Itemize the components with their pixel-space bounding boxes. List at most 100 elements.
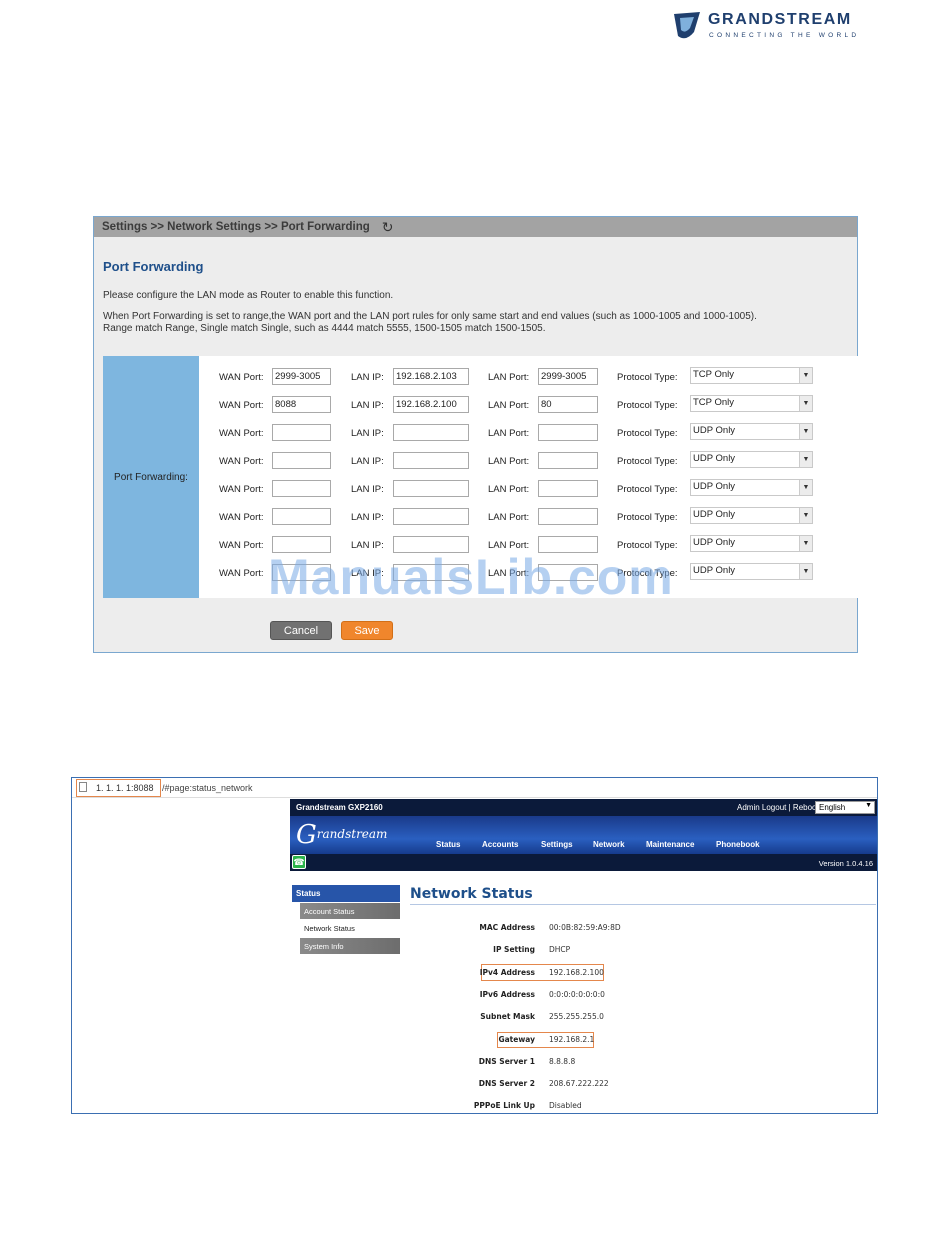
lan-ip-input[interactable]: 192.168.2.103 [393, 368, 469, 385]
wan-port-label: WAN Port: [219, 512, 264, 523]
status-value: 192.168.2.1 [549, 1034, 595, 1044]
status-row: IPv6 Address 0:0:0:0:0:0:0:0 [410, 988, 710, 1002]
phone-icon: ☎ [292, 855, 306, 869]
refresh-icon[interactable]: ↻ [382, 219, 394, 236]
status-row: Subnet Mask 255.255.255.0 [410, 1010, 710, 1024]
logo-brand-text: GRANDSTREAM [708, 11, 852, 28]
status-row: PPPoE Link Up Disabled [410, 1099, 710, 1113]
protocol-type-select[interactable]: UDP Only ▼ [690, 563, 813, 580]
status-row: MAC Address 00:0B:82:59:A9:8D [410, 921, 710, 935]
status-key: IP Setting [493, 945, 535, 955]
protocol-type-value: UDP Only [693, 565, 736, 576]
status-key: DNS Server 1 [478, 1056, 535, 1066]
nav-status[interactable]: Status [436, 840, 460, 849]
lan-port-label: LAN Port: [488, 428, 530, 439]
lan-ip-input[interactable] [393, 424, 469, 441]
protocol-type-value: TCP Only [693, 397, 735, 408]
protocol-type-select[interactable]: UDP Only ▼ [690, 423, 813, 440]
status-key: DNS Server 2 [478, 1079, 535, 1089]
brand-script: randstream [316, 827, 388, 841]
wan-port-input[interactable] [272, 452, 331, 469]
version-text: Version 1.0.4.16 [818, 859, 873, 868]
cancel-button[interactable]: Cancel [270, 621, 332, 640]
address-bar[interactable]: 1. 1. 1. 1:8088 /#page:status_network [72, 778, 877, 798]
lan-ip-label: LAN IP: [351, 456, 384, 467]
lan-port-input[interactable] [538, 424, 598, 441]
breadcrumb-text: Settings >> Network Settings >> Port For… [102, 221, 370, 233]
sidebar-item-system-info[interactable]: System Info [300, 938, 400, 954]
wan-port-input[interactable] [272, 508, 331, 525]
chevron-down-icon: ▼ [799, 508, 812, 523]
top-bar: Grandstream GXP2160 Admin Logout | Reboo… [290, 799, 877, 816]
lan-port-input[interactable]: 2999-3005 [538, 368, 598, 385]
save-button[interactable]: Save [341, 621, 393, 640]
protocol-type-label: Protocol Type: [617, 456, 678, 467]
table-row: WAN Port: LAN IP: LAN Port: Protocol Type: U… [199, 476, 858, 504]
lan-ip-input[interactable] [393, 480, 469, 497]
status-value: 8.8.8.8 [549, 1056, 576, 1066]
page-icon [79, 782, 87, 792]
breadcrumb: Settings >> Network Settings >> Port For… [94, 217, 857, 237]
lan-ip-input[interactable] [393, 508, 469, 525]
language-select[interactable]: English ▼ [815, 801, 875, 814]
protocol-type-value: TCP Only [693, 369, 735, 380]
lan-port-label: LAN Port: [488, 400, 530, 411]
lan-port-input[interactable]: 80 [538, 396, 598, 413]
url-host: 1. 1. 1. 1:8088 [96, 783, 154, 793]
status-value: DHCP [549, 945, 571, 955]
chevron-down-icon: ▼ [799, 368, 812, 383]
lan-ip-label: LAN IP: [351, 428, 384, 439]
protocol-type-select[interactable]: UDP Only ▼ [690, 451, 813, 468]
protocol-type-select[interactable]: UDP Only ▼ [690, 507, 813, 524]
chevron-down-icon: ▼ [799, 536, 812, 551]
protocol-type-select[interactable]: TCP Only ▼ [690, 367, 813, 384]
status-row: Gateway 192.168.2.1 [410, 1033, 710, 1047]
wan-port-input[interactable] [272, 424, 331, 441]
lan-port-input[interactable] [538, 480, 598, 497]
title-divider [410, 904, 876, 905]
status-value: 192.168.2.100 [549, 967, 604, 977]
chevron-down-icon: ▼ [799, 480, 812, 495]
lan-ip-input[interactable]: 192.168.2.100 [393, 396, 469, 413]
status-key: MAC Address [479, 923, 535, 932]
note-router-mode: Please configure the LAN mode as Router … [103, 290, 394, 301]
status-value: Disabled [549, 1101, 582, 1111]
status-row: IPv4 Address 192.168.2.100 [410, 966, 710, 980]
section-label: Port Forwarding: [103, 356, 199, 598]
wan-port-input[interactable]: 8088 [272, 396, 331, 413]
lan-port-input[interactable] [538, 508, 598, 525]
protocol-type-select[interactable]: UDP Only ▼ [690, 535, 813, 552]
language-value: English [819, 803, 846, 812]
chevron-down-icon: ▼ [799, 424, 812, 439]
sidebar-item-network-status[interactable]: Network Status [300, 920, 400, 936]
admin-logout-link[interactable]: Admin Logout [737, 803, 786, 812]
wan-port-label: WAN Port: [219, 372, 264, 383]
wan-port-input[interactable] [272, 480, 331, 497]
chevron-down-icon: ▼ [799, 396, 812, 411]
lan-port-input[interactable] [538, 452, 598, 469]
status-row: IP Setting DHCP [410, 943, 710, 957]
nav-maintenance[interactable]: Maintenance [646, 840, 694, 849]
protocol-type-label: Protocol Type: [617, 484, 678, 495]
grandstream-logo-icon [674, 12, 700, 39]
watermark: ManualsLib.com [268, 549, 674, 605]
network-status-title: Network Status [410, 886, 533, 902]
lan-ip-label: LAN IP: [351, 372, 384, 383]
lan-port-label: LAN Port: [488, 456, 530, 467]
lan-port-label: LAN Port: [488, 512, 530, 523]
nav-network[interactable]: Network [593, 840, 625, 849]
table-row: WAN Port: LAN IP: LAN Port: Protocol Type: U… [199, 420, 858, 448]
sidebar-status[interactable]: Status [292, 885, 400, 902]
protocol-type-select[interactable]: UDP Only ▼ [690, 479, 813, 496]
status-value: 208.67.222.222 [549, 1079, 609, 1089]
sidebar-item-account-status[interactable]: Account Status [300, 903, 400, 919]
lan-ip-input[interactable] [393, 452, 469, 469]
nav-phonebook[interactable]: Phonebook [716, 840, 760, 849]
chevron-down-icon: ▼ [799, 452, 812, 467]
protocol-type-select[interactable]: TCP Only ▼ [690, 395, 813, 412]
protocol-type-value: UDP Only [693, 537, 736, 548]
wan-port-input[interactable]: 2999-3005 [272, 368, 331, 385]
nav-settings[interactable]: Settings [541, 840, 573, 849]
nav-accounts[interactable]: Accounts [482, 840, 518, 849]
status-key: Gateway [498, 1034, 535, 1044]
